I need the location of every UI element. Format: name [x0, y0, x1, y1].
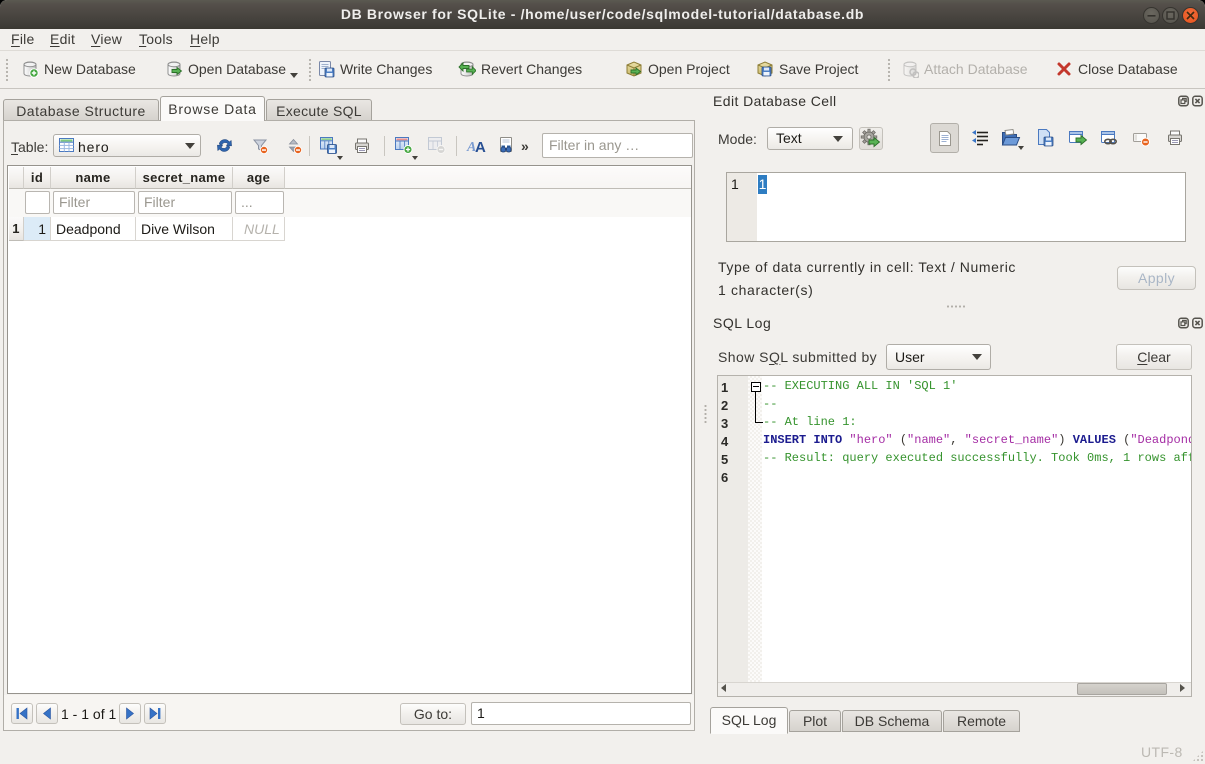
svg-text:A: A [475, 139, 486, 155]
